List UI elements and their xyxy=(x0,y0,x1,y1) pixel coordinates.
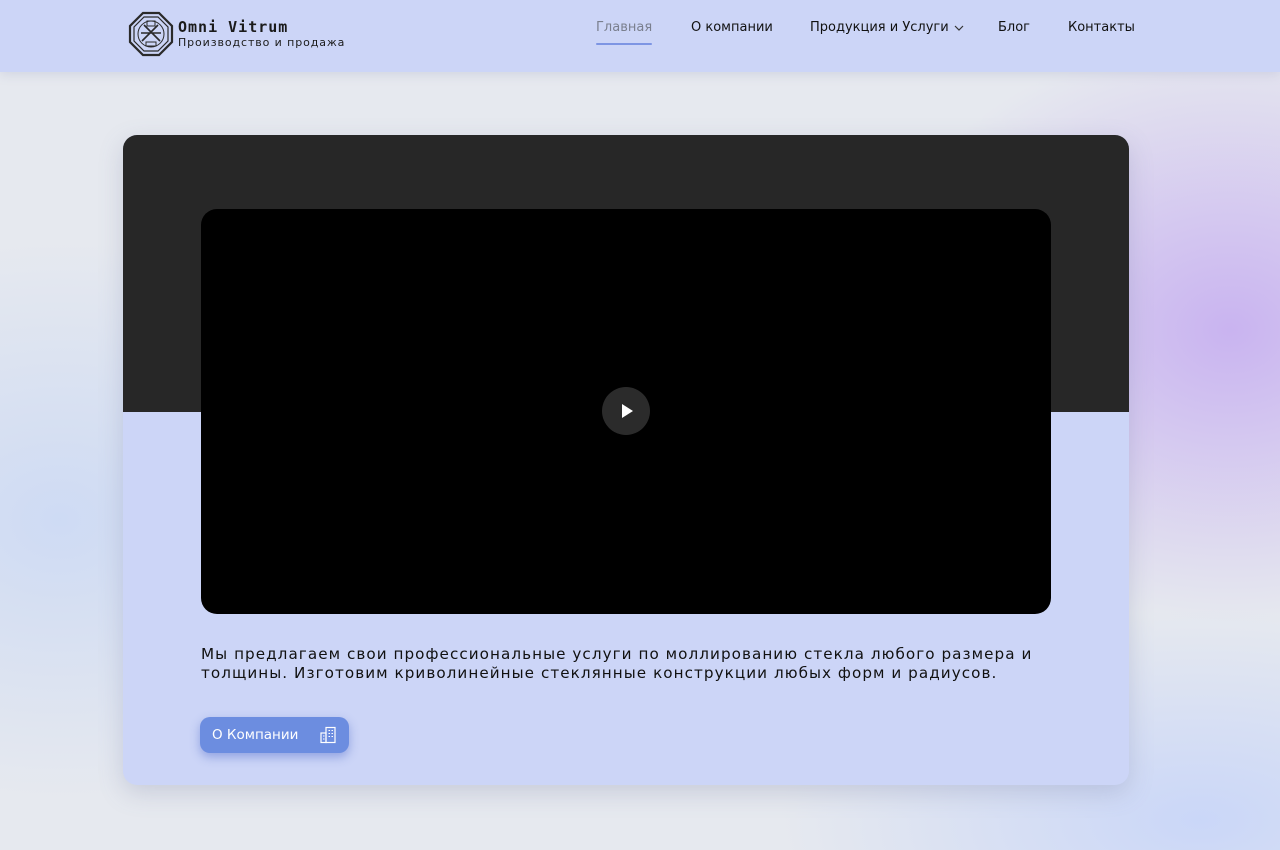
nav-item-products[interactable]: Продукция и Услуги xyxy=(810,20,965,35)
about-company-button[interactable]: О Компании xyxy=(200,717,349,753)
building-icon xyxy=(320,726,336,744)
play-icon xyxy=(622,404,633,418)
nav-item-about[interactable]: О компании xyxy=(691,20,773,35)
nav-item-contacts[interactable]: Контакты xyxy=(1068,20,1135,35)
site-header: Omni Vitrum Производство и продажа Главн… xyxy=(0,0,1280,72)
nav-item-blog[interactable]: Блог xyxy=(998,20,1030,35)
chevron-down-icon xyxy=(954,25,964,31)
hero-card: Мы предлагаем свои профессиональные услу… xyxy=(123,135,1129,785)
play-button[interactable] xyxy=(602,387,650,435)
hero-description: Мы предлагаем свои профессиональные услу… xyxy=(201,645,1033,682)
nav-item-home[interactable]: Главная xyxy=(596,20,653,45)
nav-item-products-label: Продукция и Услуги xyxy=(810,20,949,35)
about-company-button-label: О Компании xyxy=(212,727,299,743)
logo-subtitle: Производство и продажа xyxy=(178,36,346,49)
video-player[interactable] xyxy=(201,209,1051,614)
logo[interactable]: Omni Vitrum Производство и продажа xyxy=(128,11,345,57)
logo-title: Omni Vitrum xyxy=(178,18,289,36)
logo-emblem-icon xyxy=(128,11,174,57)
